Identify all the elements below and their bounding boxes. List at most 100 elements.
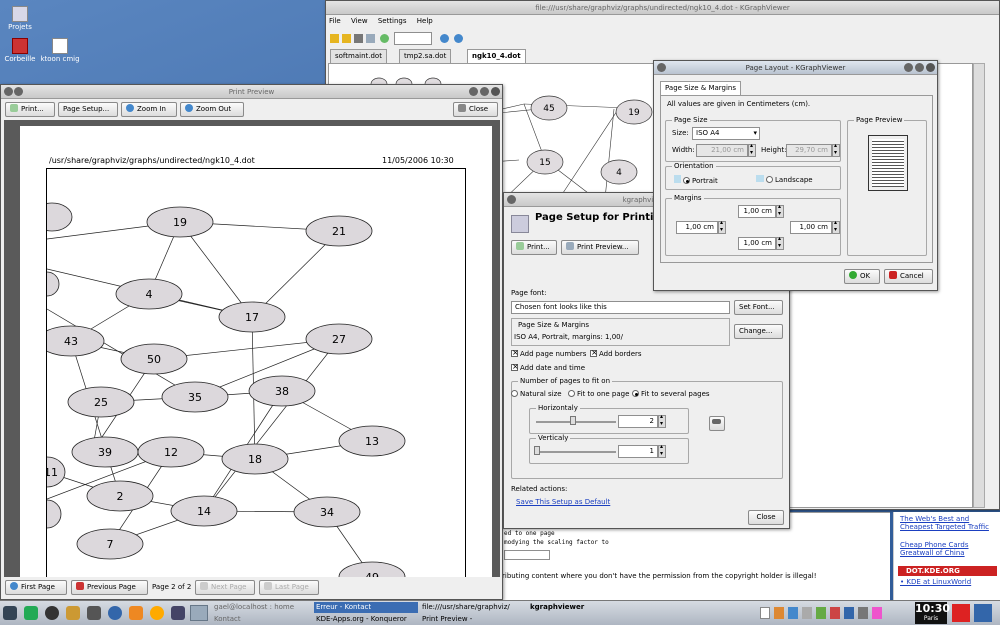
- window-menu-icon[interactable]: [657, 63, 666, 72]
- open-recent-icon[interactable]: [342, 34, 351, 43]
- zoom-in-icon[interactable]: [440, 34, 449, 43]
- close-icon[interactable]: [926, 63, 935, 72]
- print-icon[interactable]: [354, 34, 363, 43]
- preview-zoom-out-button[interactable]: Zoom Out: [180, 102, 244, 117]
- margin-top-spin[interactable]: [776, 203, 784, 218]
- terminal-icon[interactable]: [87, 606, 101, 620]
- preview-close-button[interactable]: Close: [453, 102, 498, 117]
- width-input[interactable]: 21,00 cm: [696, 144, 748, 157]
- mail-icon[interactable]: [129, 606, 143, 620]
- set-font-button[interactable]: Set Font...: [734, 300, 783, 315]
- menu-file[interactable]: File: [329, 17, 341, 25]
- first-page-button[interactable]: First Page: [5, 580, 67, 595]
- zoom-out-icon[interactable]: [454, 34, 463, 43]
- logout-icon[interactable]: [952, 604, 970, 622]
- radio-dot[interactable]: [683, 177, 690, 184]
- radio-dot[interactable]: [632, 390, 639, 397]
- kontact-icon[interactable]: [150, 606, 164, 620]
- setup-print-button[interactable]: Print...: [511, 240, 557, 255]
- width-spin[interactable]: [748, 142, 756, 157]
- change-button[interactable]: Change...: [734, 324, 783, 339]
- tray-icon[interactable]: [774, 607, 784, 619]
- ok-button[interactable]: OK: [844, 269, 880, 284]
- vertical-slider-handle[interactable]: [534, 446, 540, 455]
- fit-one-page-radio[interactable]: Fit to one page: [568, 390, 629, 398]
- window-menu-icon[interactable]: [4, 87, 13, 96]
- page-layout-titlebar[interactable]: Page Layout - KGraphViewer: [654, 61, 937, 75]
- launcher-icon[interactable]: [24, 606, 38, 620]
- radio-dot[interactable]: [511, 390, 518, 397]
- margin-bottom-input[interactable]: 1,00 cm: [738, 237, 776, 250]
- checkbox-box[interactable]: [511, 362, 519, 371]
- height-input[interactable]: 29,70 cm: [786, 144, 832, 157]
- ad-link-traffic[interactable]: The Web's Best and Cheapest Targeted Tra…: [900, 515, 996, 531]
- add-date-checkbox[interactable]: Add date and time: [511, 362, 585, 372]
- radio-dot[interactable]: [568, 390, 575, 397]
- link-ratio-button[interactable]: [709, 416, 725, 431]
- desktop-icon-trash[interactable]: Corbeille: [0, 38, 42, 63]
- window-menu-icon[interactable]: [507, 195, 516, 204]
- tray-icon[interactable]: [816, 607, 826, 619]
- tab-tmp2[interactable]: tmp2.sa.dot: [399, 49, 452, 63]
- zoom-combo[interactable]: [394, 32, 432, 45]
- tab-page-size-margins[interactable]: Page Size & Margins: [660, 81, 742, 95]
- tray-icon[interactable]: [802, 607, 812, 619]
- desktop-icon-ktoon[interactable]: ktoon cmig: [38, 38, 82, 63]
- preview-zoom-in-button[interactable]: Zoom In: [121, 102, 177, 117]
- next-page-button[interactable]: Next Page: [195, 580, 255, 595]
- kgraphviewer-titlebar[interactable]: file:///usr/share/graphviz/graphs/undire…: [326, 1, 999, 15]
- margin-right-input[interactable]: 1,00 cm: [790, 221, 832, 234]
- natural-size-radio[interactable]: Natural size: [511, 390, 562, 398]
- horizontal-slider[interactable]: [536, 421, 616, 423]
- preview-page-setup-button[interactable]: Page Setup...: [58, 102, 118, 117]
- task-kontact[interactable]: Kontact: [212, 614, 312, 625]
- tray-icon[interactable]: [844, 607, 854, 619]
- pager-icon[interactable]: [190, 605, 208, 621]
- maximize-icon[interactable]: [480, 87, 489, 96]
- size-select[interactable]: ISO A4 ▾: [692, 127, 760, 140]
- minimize-icon[interactable]: [469, 87, 478, 96]
- task-konqueror[interactable]: KDE-Apps.org - Konqueror: [314, 614, 418, 625]
- menu-settings[interactable]: Settings: [378, 17, 407, 25]
- tray-icon[interactable]: [872, 607, 882, 619]
- radio-dot[interactable]: [766, 176, 773, 183]
- settings-icon[interactable]: [171, 606, 185, 620]
- horizontal-spin[interactable]: [658, 413, 666, 428]
- lock-icon[interactable]: [974, 604, 992, 622]
- sticky-icon[interactable]: [14, 87, 23, 96]
- vertical-pages-input[interactable]: 1: [618, 445, 658, 458]
- browser-select[interactable]: [504, 550, 550, 560]
- margin-bottom-spin[interactable]: [776, 235, 784, 250]
- open-icon[interactable]: [330, 34, 339, 43]
- kde-menu-icon[interactable]: [3, 606, 17, 620]
- margin-left-spin[interactable]: [718, 219, 726, 234]
- margin-right-spin[interactable]: [832, 219, 840, 234]
- menu-help[interactable]: Help: [417, 17, 433, 25]
- checkbox-box[interactable]: [590, 348, 598, 357]
- add-page-numbers-checkbox[interactable]: Add page numbers: [511, 348, 586, 358]
- vertical-spin[interactable]: [658, 443, 666, 458]
- setup-print-preview-button[interactable]: Print Preview...: [561, 240, 639, 255]
- task-kgraphviewer[interactable]: kgraphviewer: [528, 602, 618, 613]
- task-terminal[interactable]: gael@localhost : home: [212, 602, 312, 613]
- print-preview-titlebar[interactable]: Print Preview: [1, 85, 502, 99]
- task-print-preview[interactable]: Print Preview -: [420, 614, 526, 625]
- page-setup-icon[interactable]: [366, 34, 375, 43]
- graph-vertical-scrollbar[interactable]: [973, 63, 985, 508]
- previous-page-button[interactable]: Previous Page: [71, 580, 148, 595]
- ad-link-china[interactable]: Greatwall of China: [900, 549, 965, 557]
- cancel-button[interactable]: Cancel: [884, 269, 933, 284]
- horizontal-pages-input[interactable]: 2: [618, 415, 658, 428]
- setup-close-button[interactable]: Close: [748, 510, 784, 525]
- menu-view[interactable]: View: [351, 17, 368, 25]
- reload-icon[interactable]: [380, 34, 389, 43]
- maximize-icon[interactable]: [915, 63, 924, 72]
- vertical-slider[interactable]: [536, 451, 616, 453]
- preview-print-button[interactable]: Print...: [5, 102, 55, 117]
- tray-icon[interactable]: [858, 607, 868, 619]
- checkbox-box[interactable]: [511, 348, 519, 357]
- desktop-icon-projets[interactable]: Projets: [0, 6, 42, 31]
- height-spin[interactable]: [832, 142, 840, 157]
- task-kgraphviewer-file[interactable]: file:///usr/share/graphviz/: [420, 602, 526, 613]
- margin-top-input[interactable]: 1,00 cm: [738, 205, 776, 218]
